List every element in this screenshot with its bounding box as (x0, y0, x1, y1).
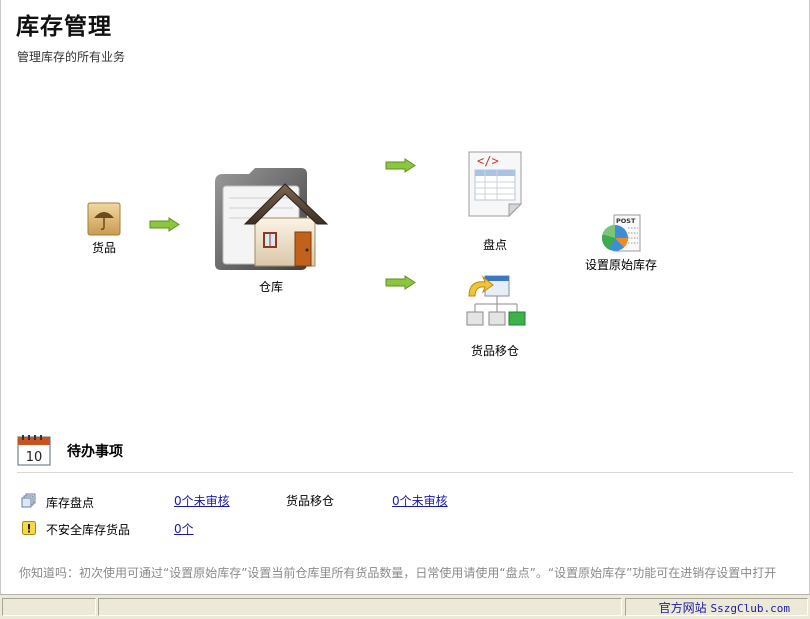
todo-stocktake-link[interactable]: 0个未审核 (174, 492, 230, 509)
transfer-node[interactable]: 货品移仓 (457, 272, 533, 359)
spreadsheet-doc-icon: </> (468, 151, 523, 218)
goods-node[interactable]: 货品 (83, 202, 125, 256)
warning-icon (22, 521, 36, 535)
status-segment (2, 598, 96, 616)
calendar-number: 10 (26, 450, 43, 465)
todo-unsafe-link[interactable]: 0个 (174, 520, 194, 537)
initial-stock-node[interactable]: POST 设置原始库存 (579, 213, 663, 273)
calendar-icon: 10 (17, 435, 51, 466)
official-site-label: 官方网站 (658, 601, 707, 615)
umbrella-box-icon (87, 202, 121, 236)
section-divider (17, 472, 793, 473)
stocktake-label: 盘点 (482, 238, 507, 252)
status-bar: 官方网站 SszgClub.com (0, 594, 810, 619)
official-site-url: SszgClub.com (710, 602, 790, 615)
goods-label: 货品 (91, 241, 116, 255)
arrow-right-icon (149, 217, 180, 232)
page-title: 库存管理 (16, 14, 112, 40)
arrow-right-icon (385, 158, 416, 173)
todo-transfer-label: 货品移仓 (286, 494, 335, 508)
todo-title: 待办事项 (67, 444, 123, 460)
todo-transfer-link[interactable]: 0个未审核 (392, 492, 448, 509)
warehouse-label: 仓库 (258, 280, 283, 294)
stacked-pages-icon (21, 493, 36, 508)
svg-text:</>: </> (477, 154, 499, 168)
pie-chart-doc-icon: POST (602, 214, 641, 252)
status-segment (98, 598, 622, 616)
transfer-label: 货品移仓 (470, 344, 519, 358)
warehouse-house-icon (215, 168, 329, 270)
main-panel: 库存管理 管理库存的所有业务 货品 仓库 </> 盘点 货品移仓 POST 设置… (0, 0, 810, 594)
transfer-tree-icon (466, 275, 526, 326)
initial-stock-label: 设置原始库存 (584, 258, 657, 272)
todo-unsafe-label: 不安全库存货品 (46, 523, 131, 537)
post-text: POST (616, 217, 636, 225)
stocktake-node[interactable]: </> 盘点 (459, 150, 531, 253)
todo-stocktake-label: 库存盘点 (46, 496, 95, 510)
page-subtitle: 管理库存的所有业务 (17, 50, 126, 64)
arrow-right-icon (385, 275, 416, 290)
warehouse-node[interactable]: 仓库 (209, 152, 333, 295)
tip-text: 你知道吗：初次使用可通过“设置原始库存”设置当前仓库里所有货品数量，日常使用请使… (19, 566, 777, 580)
official-site-link[interactable]: 官方网站 SszgClub.com (659, 599, 790, 616)
